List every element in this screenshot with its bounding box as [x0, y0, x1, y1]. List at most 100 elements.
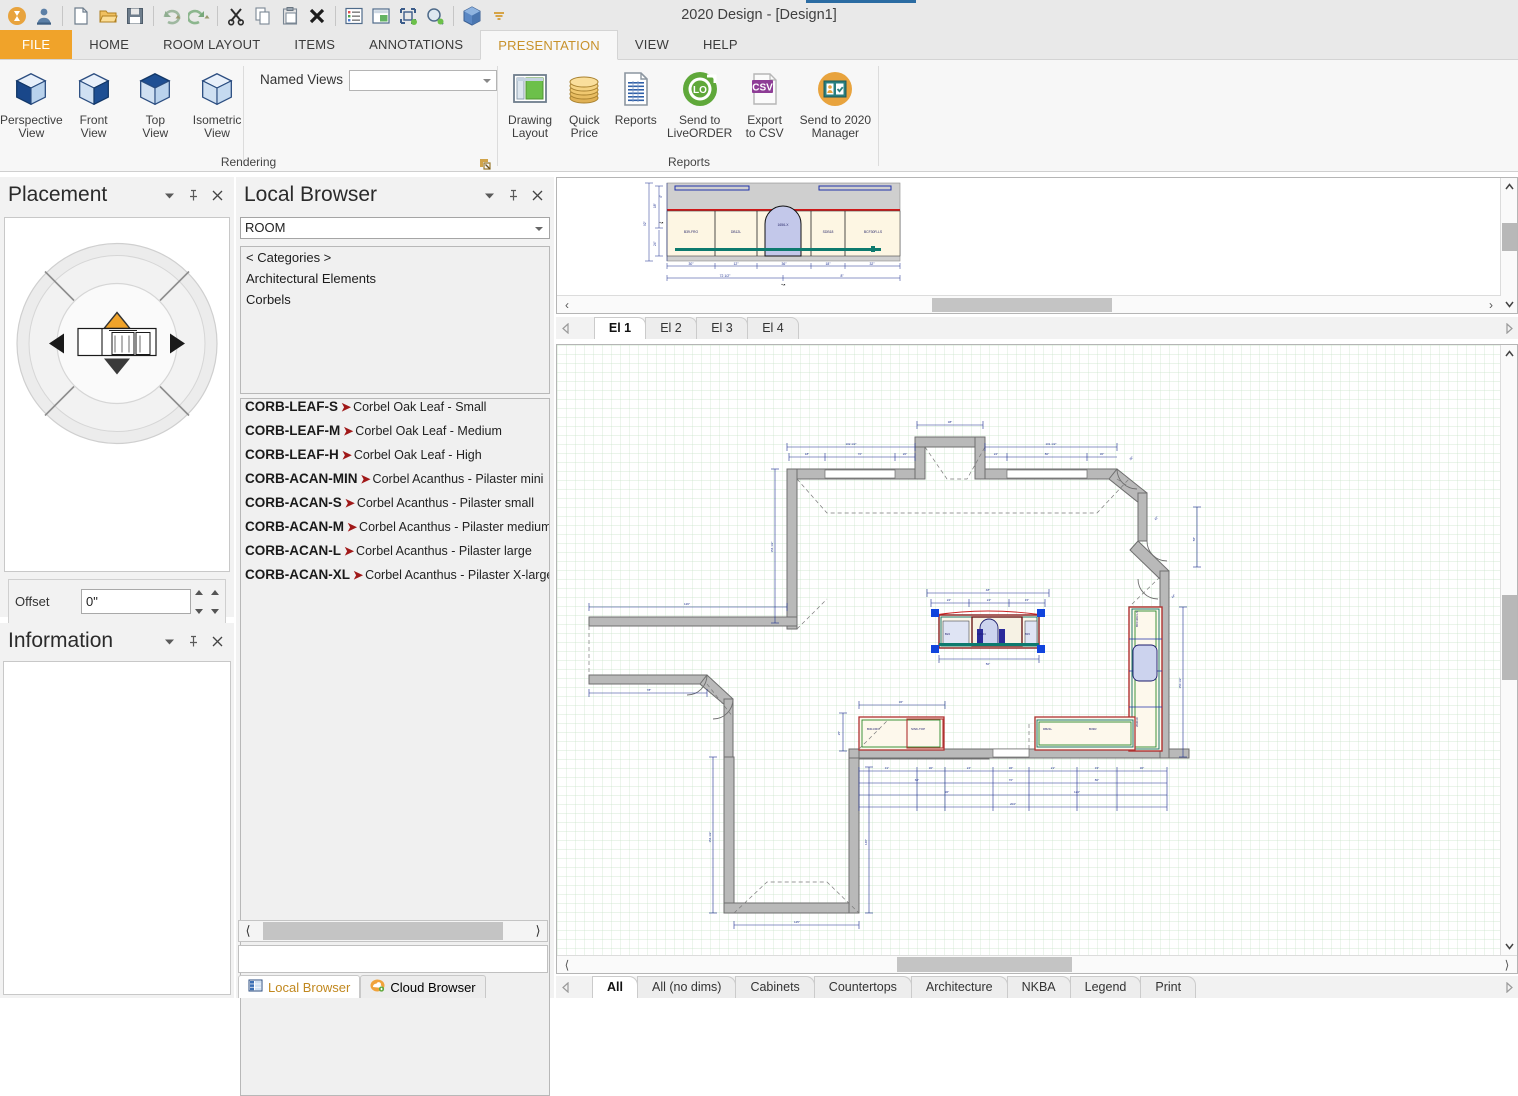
- dropdown-icon[interactable]: [163, 635, 176, 648]
- scroll-track[interactable]: [257, 921, 529, 941]
- scroll-thumb[interactable]: [1502, 223, 1517, 251]
- redo-icon[interactable]: [186, 3, 212, 29]
- list-view-icon[interactable]: [341, 3, 367, 29]
- rendering-dialog-launcher-icon[interactable]: [479, 157, 491, 169]
- offset-stepper-2[interactable]: [211, 590, 223, 614]
- plan-hscrollbar[interactable]: ⟨ ⟩: [557, 955, 1517, 973]
- plan-drawing-canvas[interactable]: B30-FRO SINK-TOP DB21L B33R BCF30R-LS W3…: [557, 345, 1500, 955]
- list-item[interactable]: CORB-ACAN-M ➤ Corbel Acanthus - Pilaster…: [241, 519, 549, 543]
- undo-icon[interactable]: [159, 3, 185, 29]
- named-views-input[interactable]: [350, 71, 480, 90]
- reports-button[interactable]: Reports: [609, 66, 663, 127]
- tab-nkba[interactable]: NKBA: [1007, 976, 1071, 998]
- tab-cabinets[interactable]: Cabinets: [735, 976, 814, 998]
- scroll-right-icon[interactable]: ›: [1481, 298, 1501, 312]
- catalog-select[interactable]: ROOM: [240, 217, 550, 239]
- perspective-view-button[interactable]: Perspective View: [0, 66, 63, 140]
- elevation-tab-prev-icon[interactable]: [556, 317, 574, 339]
- send-to-2020-manager-button[interactable]: Send to 2020 Manager: [793, 66, 878, 140]
- close-icon[interactable]: [531, 189, 544, 202]
- zoom-window-icon[interactable]: [422, 3, 448, 29]
- plan-tab-prev-icon[interactable]: [556, 976, 574, 998]
- elevation-drawing-canvas[interactable]: B39-FRO DB12L 1656-X SDB18 BCF30R-LS: [557, 178, 1495, 291]
- ribbon-tab-presentation[interactable]: PRESENTATION: [480, 30, 618, 60]
- new-file-icon[interactable]: [68, 3, 94, 29]
- ribbon-tab-help[interactable]: HELP: [686, 30, 755, 59]
- tab-local-browser[interactable]: Local Browser: [238, 975, 360, 998]
- front-view-button[interactable]: Front View: [63, 66, 125, 140]
- dropdown-icon[interactable]: [163, 189, 176, 202]
- tab-el-3[interactable]: El 3: [696, 317, 748, 339]
- delete-x-icon[interactable]: [304, 3, 330, 29]
- scroll-left-icon[interactable]: ⟨: [557, 958, 577, 972]
- pin-icon[interactable]: [507, 189, 520, 202]
- ribbon-tab-items[interactable]: ITEMS: [277, 30, 352, 59]
- send-to-liveorder-button[interactable]: LO Send to LiveORDER: [663, 66, 737, 140]
- pin-icon[interactable]: [187, 635, 200, 648]
- tab-el-4[interactable]: El 4: [747, 317, 799, 339]
- scroll-up-icon[interactable]: [1501, 178, 1517, 195]
- dropdown-icon[interactable]: [483, 189, 496, 202]
- scroll-down-icon[interactable]: [1501, 938, 1517, 955]
- tab-el-1[interactable]: El 1: [594, 317, 646, 339]
- offset-stepper-1[interactable]: [195, 590, 207, 614]
- category-corbels[interactable]: Corbels: [241, 289, 549, 310]
- elevation-vscrollbar[interactable]: [1500, 178, 1517, 313]
- scroll-left-icon[interactable]: ⟨: [239, 923, 257, 939]
- cut-scissors-icon[interactable]: [223, 3, 249, 29]
- named-views-combo[interactable]: [349, 70, 497, 91]
- scroll-thumb[interactable]: [1502, 595, 1517, 680]
- ribbon-tab-file[interactable]: FILE: [0, 30, 72, 59]
- quick-price-button[interactable]: Quick Price: [560, 66, 608, 140]
- isometric-view-button[interactable]: Isometric View: [186, 66, 248, 140]
- scroll-left-icon[interactable]: ‹: [557, 298, 577, 312]
- user-icon[interactable]: [31, 3, 57, 29]
- scroll-down-icon[interactable]: [1501, 296, 1517, 313]
- placement-direction-pad[interactable]: [12, 239, 222, 454]
- scroll-track[interactable]: [577, 957, 1497, 972]
- scroll-up-icon[interactable]: [1501, 345, 1517, 362]
- scroll-right-icon[interactable]: ⟩: [529, 923, 547, 939]
- paste-icon[interactable]: [277, 3, 303, 29]
- list-item[interactable]: CORB-ACAN-MIN ➤ Corbel Acanthus - Pilast…: [241, 471, 549, 495]
- list-item[interactable]: CORB-LEAF-M ➤ Corbel Oak Leaf - Medium: [241, 423, 549, 447]
- top-view-button[interactable]: Top View: [124, 66, 186, 140]
- scroll-right-icon[interactable]: ⟩: [1497, 958, 1517, 972]
- tab-legend[interactable]: Legend: [1070, 976, 1142, 998]
- tab-el-2[interactable]: El 2: [645, 317, 697, 339]
- scroll-track[interactable]: [577, 298, 1481, 312]
- close-icon[interactable]: [211, 189, 224, 202]
- scroll-thumb[interactable]: [932, 298, 1112, 312]
- close-icon[interactable]: [211, 635, 224, 648]
- ribbon-tab-view[interactable]: VIEW: [618, 30, 686, 59]
- offset-input[interactable]: [81, 589, 191, 614]
- local-browser-hscrollbar[interactable]: ⟨ ⟩: [238, 920, 548, 942]
- elevation-tab-next-icon[interactable]: [1500, 317, 1518, 339]
- ribbon-tab-annotations[interactable]: ANNOTATIONS: [352, 30, 480, 59]
- list-item[interactable]: CORB-LEAF-H ➤ Corbel Oak Leaf - High: [241, 447, 549, 471]
- scroll-thumb[interactable]: [897, 957, 1072, 972]
- ribbon-tab-room-layout[interactable]: ROOM LAYOUT: [146, 30, 277, 59]
- list-item[interactable]: CORB-LEAF-S ➤ Corbel Oak Leaf - Small: [241, 399, 549, 423]
- tab-print[interactable]: Print: [1140, 976, 1196, 998]
- ribbon-tab-home[interactable]: HOME: [72, 30, 146, 59]
- customize-qat-icon[interactable]: [486, 3, 512, 29]
- tab-all[interactable]: All: [592, 976, 638, 998]
- scroll-thumb[interactable]: [263, 922, 503, 940]
- tab-all-no-dims[interactable]: All (no dims): [637, 976, 736, 998]
- tab-countertops[interactable]: Countertops: [814, 976, 912, 998]
- cube-view-icon[interactable]: [459, 3, 485, 29]
- open-folder-icon[interactable]: [95, 3, 121, 29]
- tab-cloud-browser[interactable]: Cloud Browser: [360, 975, 485, 998]
- list-item[interactable]: CORB-ACAN-S ➤ Corbel Acanthus - Pilaster…: [241, 495, 549, 519]
- elevation-hscrollbar[interactable]: ‹ ›: [557, 295, 1501, 313]
- drawing-layout-button[interactable]: Drawing Layout: [500, 66, 560, 140]
- list-item[interactable]: CORB-ACAN-L ➤ Corbel Acanthus - Pilaster…: [241, 543, 549, 567]
- copy-icon[interactable]: [250, 3, 276, 29]
- list-item[interactable]: CORB-ACAN-XL ➤ Corbel Acanthus - Pilaste…: [241, 567, 549, 591]
- category-architectural-elements[interactable]: Architectural Elements: [241, 268, 549, 289]
- plan-tab-next-icon[interactable]: [1500, 976, 1518, 998]
- fit-extents-icon[interactable]: [395, 3, 421, 29]
- export-to-csv-button[interactable]: CSV Export to CSV: [737, 66, 793, 140]
- plan-vscrollbar[interactable]: [1500, 345, 1517, 955]
